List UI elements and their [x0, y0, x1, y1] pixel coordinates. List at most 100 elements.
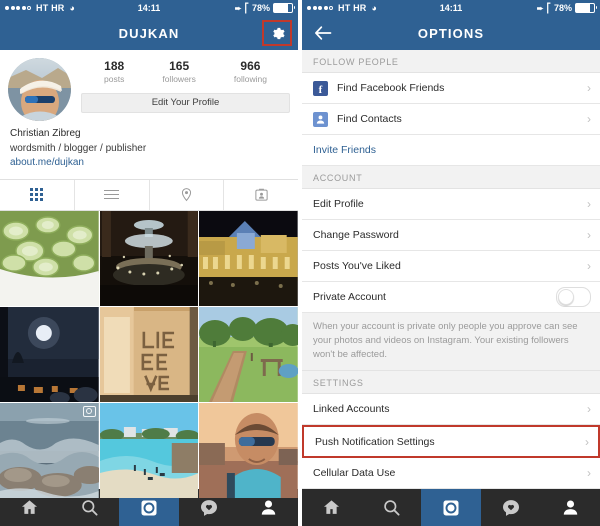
row-cellular-data-use[interactable]: Cellular Data Use ›: [302, 458, 600, 489]
stat-posts[interactable]: 188 posts: [104, 59, 125, 85]
tab-profile[interactable]: [540, 489, 600, 526]
photo-thumbnail[interactable]: [0, 210, 99, 306]
page-title: DUJKAN: [118, 25, 180, 41]
row-label: Edit Profile: [313, 198, 364, 210]
back-button[interactable]: [312, 22, 334, 44]
home-icon: [324, 500, 340, 514]
photo-thumbnail[interactable]: [199, 306, 298, 402]
chevron-right-icon: ›: [585, 434, 589, 449]
photo-moon-night-sky: [0, 306, 99, 402]
battery-icon: [273, 3, 295, 13]
chevron-right-icon: ›: [587, 112, 591, 126]
profile-view-tabs: [0, 178, 298, 211]
settings-list[interactable]: FOLLOW PEOPLE f Find Facebook Friends › …: [302, 50, 600, 489]
facebook-icon: f: [313, 80, 328, 96]
status-bar-right-group: ➨ ⎡ 78%: [536, 2, 597, 14]
status-bar-right-group: ➨ ⎡ 78%: [235, 2, 295, 14]
row-label: Invite Friends: [313, 144, 377, 156]
options-button[interactable]: [262, 20, 292, 46]
tab-tagged-photos[interactable]: [224, 180, 298, 210]
chevron-right-icon: ›: [587, 197, 591, 211]
camera-icon: [443, 500, 459, 515]
row-find-facebook-friends[interactable]: f Find Facebook Friends ›: [302, 73, 600, 104]
section-header-account: ACCOUNT: [302, 166, 600, 189]
stat-followers[interactable]: 165 followers: [162, 59, 196, 85]
tab-activity[interactable]: [481, 489, 541, 526]
options-screen: HT HR ◕ 14:11 ➨ ⎡ 78% OPTIONS FOLLOW PEO…: [302, 0, 600, 526]
row-label: Change Password: [313, 229, 399, 241]
photo-waves-on-rocks: [0, 402, 99, 498]
bluetooth-icon: ⎡: [546, 2, 551, 13]
photo-thumbnail[interactable]: [0, 306, 99, 402]
tab-grid-view[interactable]: [0, 179, 75, 210]
stat-following-number: 966: [240, 59, 261, 73]
photo-thumbnail[interactable]: [99, 402, 199, 498]
photo-thumbnail[interactable]: [199, 210, 298, 306]
signal-dots-icon: [307, 6, 333, 10]
photo-thumbnail[interactable]: [99, 306, 199, 402]
tab-photo-map[interactable]: [150, 179, 225, 210]
tab-search[interactable]: [362, 489, 422, 526]
status-bar-signal-group: HT HR ◕: [307, 3, 377, 13]
row-label: Cellular Data Use: [313, 467, 396, 480]
profile-name: Christian Zibreg: [10, 128, 81, 139]
row-label: Private Account: [313, 291, 386, 303]
signal-dots-icon: [5, 6, 31, 10]
video-badge-icon: [82, 405, 96, 417]
photo-grid: [0, 210, 298, 498]
row-find-contacts[interactable]: Find Contacts ›: [302, 104, 600, 135]
battery-percent-label: 78%: [251, 3, 270, 13]
contacts-icon: [313, 111, 328, 127]
row-push-notification-settings[interactable]: Push Notification Settings ›: [302, 425, 600, 459]
bluetooth-icon: ⎡: [244, 2, 249, 13]
private-account-note: When your account is private only people…: [302, 313, 600, 372]
row-label: Find Facebook Friends: [337, 82, 445, 94]
dual-screenshot-container: HT HR ◕ 14:11 ➨ ⎡ 78% DUJKAN 188 posts 1…: [0, 0, 600, 526]
location-arrow-icon: ➨: [536, 3, 544, 13]
activity-heart-icon: [502, 499, 519, 516]
tab-home[interactable]: [302, 489, 362, 526]
row-invite-friends[interactable]: Invite Friends: [302, 135, 600, 166]
row-edit-profile[interactable]: Edit Profile ›: [302, 189, 600, 220]
photo-cucumber-salad: [0, 210, 99, 306]
activity-heart-icon: [200, 499, 217, 516]
stat-posts-number: 188: [104, 59, 125, 73]
photo-park-path: [199, 306, 298, 402]
gear-icon: [272, 27, 285, 39]
status-bar-signal-group: HT HR ◕: [5, 3, 75, 13]
wifi-icon: ◕: [69, 2, 75, 13]
profile-person-icon: [563, 500, 577, 515]
chevron-right-icon: ›: [587, 402, 591, 417]
edit-your-profile-button[interactable]: Edit Your Profile: [81, 92, 290, 113]
photo-selfie-sunglasses: [199, 402, 298, 498]
profile-bio: Christian Zibreg wordsmith / blogger / p…: [0, 125, 298, 179]
photo-thumbnail[interactable]: [99, 210, 199, 306]
chevron-right-icon: ›: [587, 81, 591, 95]
wifi-icon: ◕: [371, 2, 377, 13]
photo-life-is-a-beach-sign: [99, 306, 199, 402]
stat-followers-label: followers: [162, 73, 196, 84]
profile-header: 188 posts 165 followers 966 following Ed…: [0, 50, 298, 125]
row-posts-youve-liked[interactable]: Posts You've Liked ›: [302, 251, 600, 282]
avatar[interactable]: [8, 58, 71, 121]
row-linked-accounts[interactable]: Linked Accounts ›: [302, 394, 600, 426]
battery-icon: [575, 3, 597, 13]
camera-icon: [141, 500, 157, 515]
row-label: Linked Accounts: [313, 403, 390, 416]
bottom-tab-bar-right: [302, 489, 600, 526]
photo-night-fountain: [99, 210, 199, 306]
stat-following-label: following: [233, 73, 267, 84]
stat-following[interactable]: 966 following: [233, 59, 267, 85]
row-change-password[interactable]: Change Password ›: [302, 220, 600, 251]
tab-camera[interactable]: [421, 489, 481, 526]
stats-row: 188 posts 165 followers 966 following: [81, 58, 290, 85]
tab-list-view[interactable]: [75, 179, 150, 210]
profile-website-link[interactable]: about.me/dujkan: [10, 156, 288, 171]
photo-thumbnail[interactable]: [0, 402, 99, 498]
chevron-right-icon: ›: [587, 228, 591, 242]
stat-posts-label: posts: [104, 73, 125, 84]
list-icon: [104, 189, 120, 200]
photo-thumbnail[interactable]: [199, 402, 298, 498]
private-account-toggle[interactable]: [556, 287, 591, 307]
row-private-account[interactable]: Private Account: [302, 282, 600, 313]
